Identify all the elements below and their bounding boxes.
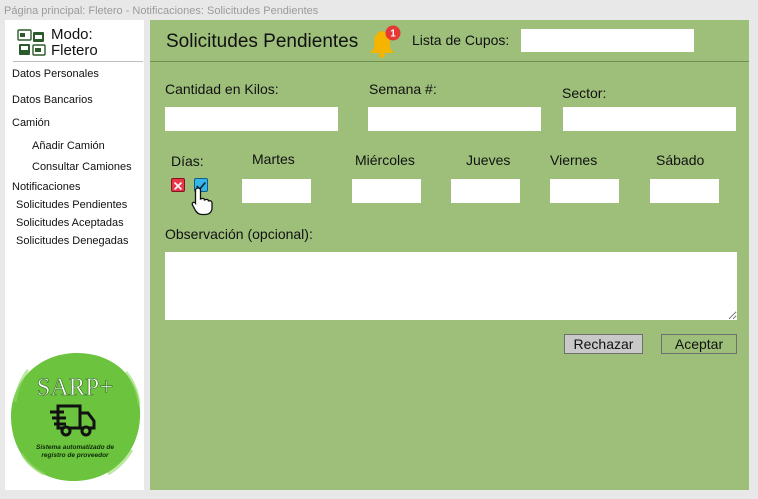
logo-name: SARP+	[37, 374, 114, 401]
page-title: Solicitudes Pendientes	[166, 31, 359, 52]
header-bar: Solicitudes Pendientes 1 Lista de Cupos:	[150, 20, 749, 62]
reject-day-checkbox-icon[interactable]	[171, 178, 185, 192]
sidebar-item-camion[interactable]: Camión	[12, 117, 50, 129]
kilos-label: Cantidad en Kilos:	[165, 81, 279, 97]
main-panel: Solicitudes Pendientes 1 Lista de Cupos:…	[150, 20, 749, 490]
day-label-sabado: Sábado	[656, 152, 705, 168]
sidebar-item-solicitudes-pendientes[interactable]: Solicitudes Pendientes	[16, 199, 127, 211]
mode-value: Fletero	[51, 42, 98, 59]
sector-input[interactable]	[563, 107, 736, 131]
mode-selector[interactable]: Modo: Fletero	[13, 26, 143, 62]
viernes-input[interactable]	[550, 179, 619, 203]
sidebar-item-solicitudes-aceptadas[interactable]: Solicitudes Aceptadas	[16, 217, 124, 229]
mode-label: Modo:	[51, 26, 93, 43]
sarp-logo: SARP+ Sistema automatizado de registro d…	[10, 352, 141, 482]
day-label-jueves: Jueves	[466, 152, 511, 168]
sidebar-item-anadir-camion[interactable]: Añadir Camión	[32, 140, 105, 152]
sidebar-item-datos-personales[interactable]: Datos Personales	[12, 68, 99, 80]
sabado-input[interactable]	[650, 179, 719, 203]
martes-input[interactable]	[242, 179, 311, 203]
accept-button[interactable]: Aceptar	[661, 334, 737, 354]
jueves-input[interactable]	[451, 179, 520, 203]
sidebar: Modo: Fletero Datos Personales Datos Ban…	[5, 20, 144, 490]
hand-pointer-icon	[191, 187, 213, 216]
notification-bell-icon[interactable]: 1	[368, 25, 402, 59]
sidebar-item-consultar-camiones[interactable]: Consultar Camiones	[32, 161, 132, 173]
reject-button[interactable]: Rechazar	[564, 334, 643, 354]
cupos-label: Lista de Cupos:	[412, 32, 510, 48]
sector-label: Sector:	[562, 85, 607, 101]
sidebar-item-solicitudes-denegadas[interactable]: Solicitudes Denegadas	[16, 235, 129, 247]
kilos-input[interactable]	[165, 107, 338, 131]
mode-switch-icon	[17, 29, 46, 56]
day-label-viernes: Viernes	[550, 152, 598, 168]
sidebar-item-notificaciones[interactable]: Notificaciones	[12, 181, 80, 193]
notification-badge: 1	[390, 29, 396, 40]
breadcrumb: Página principal: Fletero - Notificacion…	[4, 5, 319, 17]
miercoles-input[interactable]	[352, 179, 421, 203]
logo-tagline-1: Sistema automatizado de	[36, 444, 114, 451]
logo-tagline-2: registro de proveedor	[41, 452, 109, 459]
observation-label: Observación (opcional):	[165, 226, 313, 242]
day-label-martes: Martes	[252, 151, 295, 167]
observation-textarea[interactable]	[165, 252, 737, 320]
day-label-miercoles: Miércoles	[355, 152, 415, 168]
sidebar-item-datos-bancarios[interactable]: Datos Bancarios	[12, 94, 93, 106]
days-label: Días:	[171, 153, 204, 169]
semana-input[interactable]	[368, 107, 541, 131]
cupos-input[interactable]	[521, 29, 694, 52]
semana-label: Semana #:	[369, 81, 437, 97]
